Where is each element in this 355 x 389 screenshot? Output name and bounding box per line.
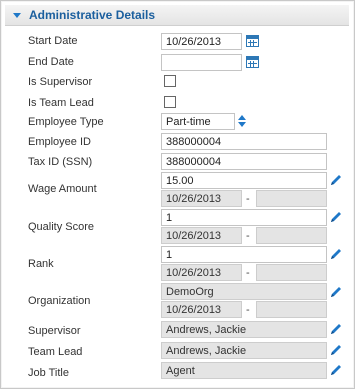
section-header[interactable]: Administrative Details [5, 5, 349, 26]
tax-id-label: Tax ID (SSN) [28, 156, 93, 168]
calendar-icon[interactable] [246, 35, 259, 47]
administrative-details-panel: Administrative Details Start Date 10/26/… [0, 0, 355, 389]
quality-score-effective-from: 10/26/2013 [161, 227, 242, 244]
wage-amount-effective-to [256, 190, 327, 207]
start-date-input[interactable]: 10/26/2013 [161, 33, 242, 50]
employee-type-label: Employee Type [28, 116, 104, 128]
pencil-icon[interactable] [329, 247, 343, 261]
employee-type-select[interactable]: Part-time [161, 113, 235, 130]
date-range-separator: - [246, 193, 250, 205]
wage-amount-effective-from: 10/26/2013 [161, 190, 242, 207]
pencil-icon[interactable] [329, 343, 343, 357]
job-title-input[interactable]: Agent [161, 362, 327, 379]
job-title-label: Job Title [28, 367, 69, 379]
supervisor-label: Supervisor [28, 325, 81, 337]
tax-id-input[interactable]: 388000004 [161, 153, 327, 170]
rank-effective-from: 10/26/2013 [161, 264, 242, 281]
calendar-icon[interactable] [246, 56, 259, 68]
pencil-icon[interactable] [329, 285, 343, 299]
end-date-label: End Date [28, 56, 74, 68]
end-date-input[interactable] [161, 54, 242, 71]
quality-score-input[interactable]: 1 [161, 209, 327, 226]
section-title: Administrative Details [29, 8, 156, 22]
date-range-separator: - [246, 304, 250, 316]
pencil-icon[interactable] [329, 363, 343, 377]
quality-score-effective-to [256, 227, 327, 244]
collapse-triangle-icon[interactable] [13, 13, 21, 18]
team-lead-label: Team Lead [28, 346, 83, 358]
is-team-lead-checkbox[interactable] [164, 96, 176, 108]
is-supervisor-label: Is Supervisor [28, 76, 93, 88]
wage-amount-label: Wage Amount [28, 183, 97, 195]
quality-score-label: Quality Score [28, 221, 95, 233]
rank-effective-to [256, 264, 327, 281]
rank-label: Rank [28, 258, 54, 270]
organization-effective-from: 10/26/2013 [161, 301, 242, 318]
pencil-icon[interactable] [329, 173, 343, 187]
rank-input[interactable]: 1 [161, 246, 327, 263]
date-range-separator: - [246, 230, 250, 242]
supervisor-input[interactable]: Andrews, Jackie [161, 321, 327, 338]
pencil-icon[interactable] [329, 322, 343, 336]
employee-id-label: Employee ID [28, 136, 91, 148]
is-team-lead-label: Is Team Lead [28, 97, 94, 109]
is-supervisor-checkbox[interactable] [164, 75, 176, 87]
employee-id-input[interactable]: 388000004 [161, 133, 327, 150]
start-date-label: Start Date [28, 35, 78, 47]
organization-label: Organization [28, 295, 91, 307]
spinner-updown-icon[interactable] [238, 115, 246, 127]
pencil-icon[interactable] [329, 210, 343, 224]
date-range-separator: - [246, 267, 250, 279]
organization-effective-to [256, 301, 327, 318]
team-lead-input[interactable]: Andrews, Jackie [161, 342, 327, 359]
organization-input[interactable]: DemoOrg [161, 283, 327, 300]
wage-amount-input[interactable]: 15.00 [161, 172, 327, 189]
